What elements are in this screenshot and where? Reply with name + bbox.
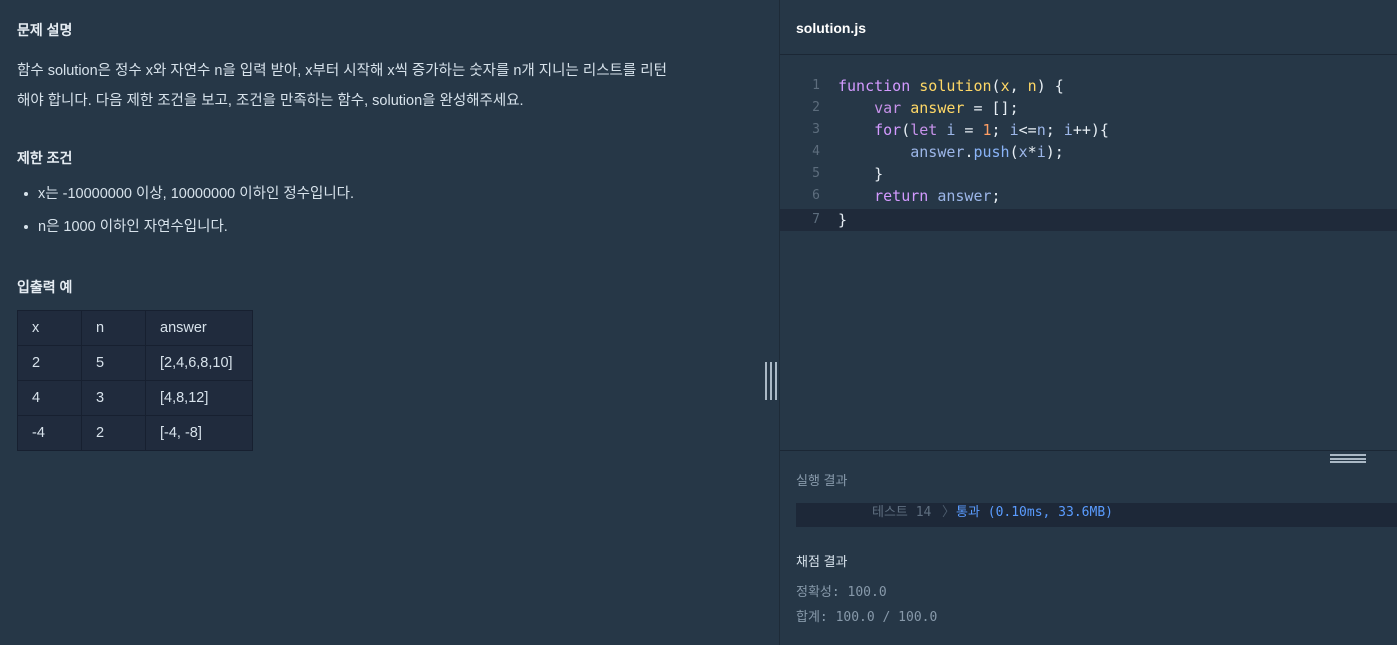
line-number: 1	[812, 78, 820, 93]
examples-table: x n answer 2 5 [2,4,6,8,10] 4 3 [4,8,12]…	[17, 310, 253, 451]
table-cell: [-4, -8]	[145, 415, 253, 451]
splitter-grip-line	[775, 362, 777, 400]
splitter-grip-line	[765, 362, 767, 400]
splitter-grip-line	[770, 362, 772, 400]
table-header-cell: x	[17, 310, 82, 346]
code-line[interactable]: 1 function solution(x, n) {	[780, 75, 1397, 97]
table-cell: 4	[17, 380, 82, 416]
problem-panel: 문제 설명 함수 solution은 정수 x와 자연수 n을 입력 받아, x…	[0, 0, 780, 645]
table-cell: 3	[81, 380, 146, 416]
table-row: 2 5 [2,4,6,8,10]	[17, 345, 253, 381]
table-cell: [4,8,12]	[145, 380, 253, 416]
chevron-right-icon: 〉	[942, 505, 956, 520]
constraints-list: x는 -10000000 이상, 10000000 이하인 정수입니다. n은 …	[23, 180, 354, 246]
examples-title: 입출력 예	[17, 279, 73, 295]
table-row: 4 3 [4,8,12]	[17, 380, 253, 416]
line-number: 3	[812, 122, 820, 137]
constraint-item: x는 -10000000 이상, 10000000 이하인 정수입니다.	[23, 180, 354, 213]
code-line-active[interactable]: 7 }	[780, 209, 1397, 231]
line-number: 6	[812, 188, 820, 203]
file-name: solution.js	[796, 20, 866, 36]
table-header-cell: n	[81, 310, 146, 346]
code-text: }	[838, 211, 848, 229]
test-result-row: 테스트 14 〉 통과 (0.10ms, 33.6MB)	[796, 503, 1397, 527]
code-editor[interactable]: 1 function solution(x, n) { 2 var answer…	[780, 55, 1397, 448]
table-cell: 2	[17, 345, 82, 381]
code-text: var answer = [];	[874, 99, 1019, 117]
table-cell: -4	[17, 415, 82, 451]
test-pass-status: 통과 (0.10ms, 33.6MB)	[956, 505, 1113, 520]
description-line-2: 해야 합니다. 다음 제한 조건을 보고, 조건을 만족하는 함수, solut…	[17, 93, 524, 109]
line-number: 5	[812, 166, 820, 181]
line-number: 2	[812, 100, 820, 115]
code-line[interactable]: 3 for(let i = 1; i<=n; i++){	[780, 119, 1397, 141]
code-line[interactable]: 4 answer.push(x*i);	[780, 141, 1397, 163]
problem-description-title: 문제 설명	[17, 22, 73, 38]
code-text: }	[874, 165, 884, 183]
console-panel: 실행 결과 테스트 14 〉 통과 (0.10ms, 33.6MB) 채점 결과…	[780, 450, 1397, 645]
grading-result-title: 채점 결과	[796, 554, 848, 569]
constraint-item: n은 1000 이하인 자연수입니다.	[23, 213, 354, 246]
line-number: 4	[812, 144, 820, 159]
description-line-1: 함수 solution은 정수 x와 자연수 n을 입력 받아, x부터 시작해…	[17, 63, 667, 79]
code-text: function solution(x, n) {	[838, 77, 1064, 95]
accuracy-score: 정확성: 100.0	[796, 585, 887, 600]
code-line[interactable]: 6 return answer;	[780, 185, 1397, 207]
splitter-grip-line	[1330, 454, 1366, 456]
editor-panel: solution.js 1 function solution(x, n) { …	[780, 0, 1397, 645]
table-cell: 2	[81, 415, 146, 451]
vertical-splitter-handle[interactable]	[765, 362, 777, 400]
table-header-cell: answer	[145, 310, 253, 346]
splitter-grip-line	[1330, 461, 1366, 463]
code-line[interactable]: 5 }	[780, 163, 1397, 185]
constraints-title: 제한 조건	[17, 150, 73, 166]
table-cell: [2,4,6,8,10]	[145, 345, 253, 381]
code-text: answer.push(x*i);	[910, 143, 1064, 161]
table-cell: 5	[81, 345, 146, 381]
line-number: 7	[812, 212, 820, 227]
run-result-title: 실행 결과	[796, 473, 848, 488]
splitter-grip-line	[1330, 457, 1366, 460]
code-line[interactable]: 2 var answer = [];	[780, 97, 1397, 119]
problem-description: 함수 solution은 정수 x와 자연수 n을 입력 받아, x부터 시작해…	[17, 56, 757, 116]
code-text: for(let i = 1; i<=n; i++){	[874, 121, 1109, 139]
table-row: -4 2 [-4, -8]	[17, 415, 253, 451]
test-label: 테스트 14	[872, 505, 932, 520]
horizontal-splitter-handle[interactable]	[1330, 454, 1366, 463]
total-score: 합계: 100.0 / 100.0	[796, 610, 938, 625]
code-text: return answer;	[874, 187, 1001, 205]
file-tab[interactable]: solution.js	[780, 0, 1397, 55]
table-header-row: x n answer	[17, 310, 253, 346]
